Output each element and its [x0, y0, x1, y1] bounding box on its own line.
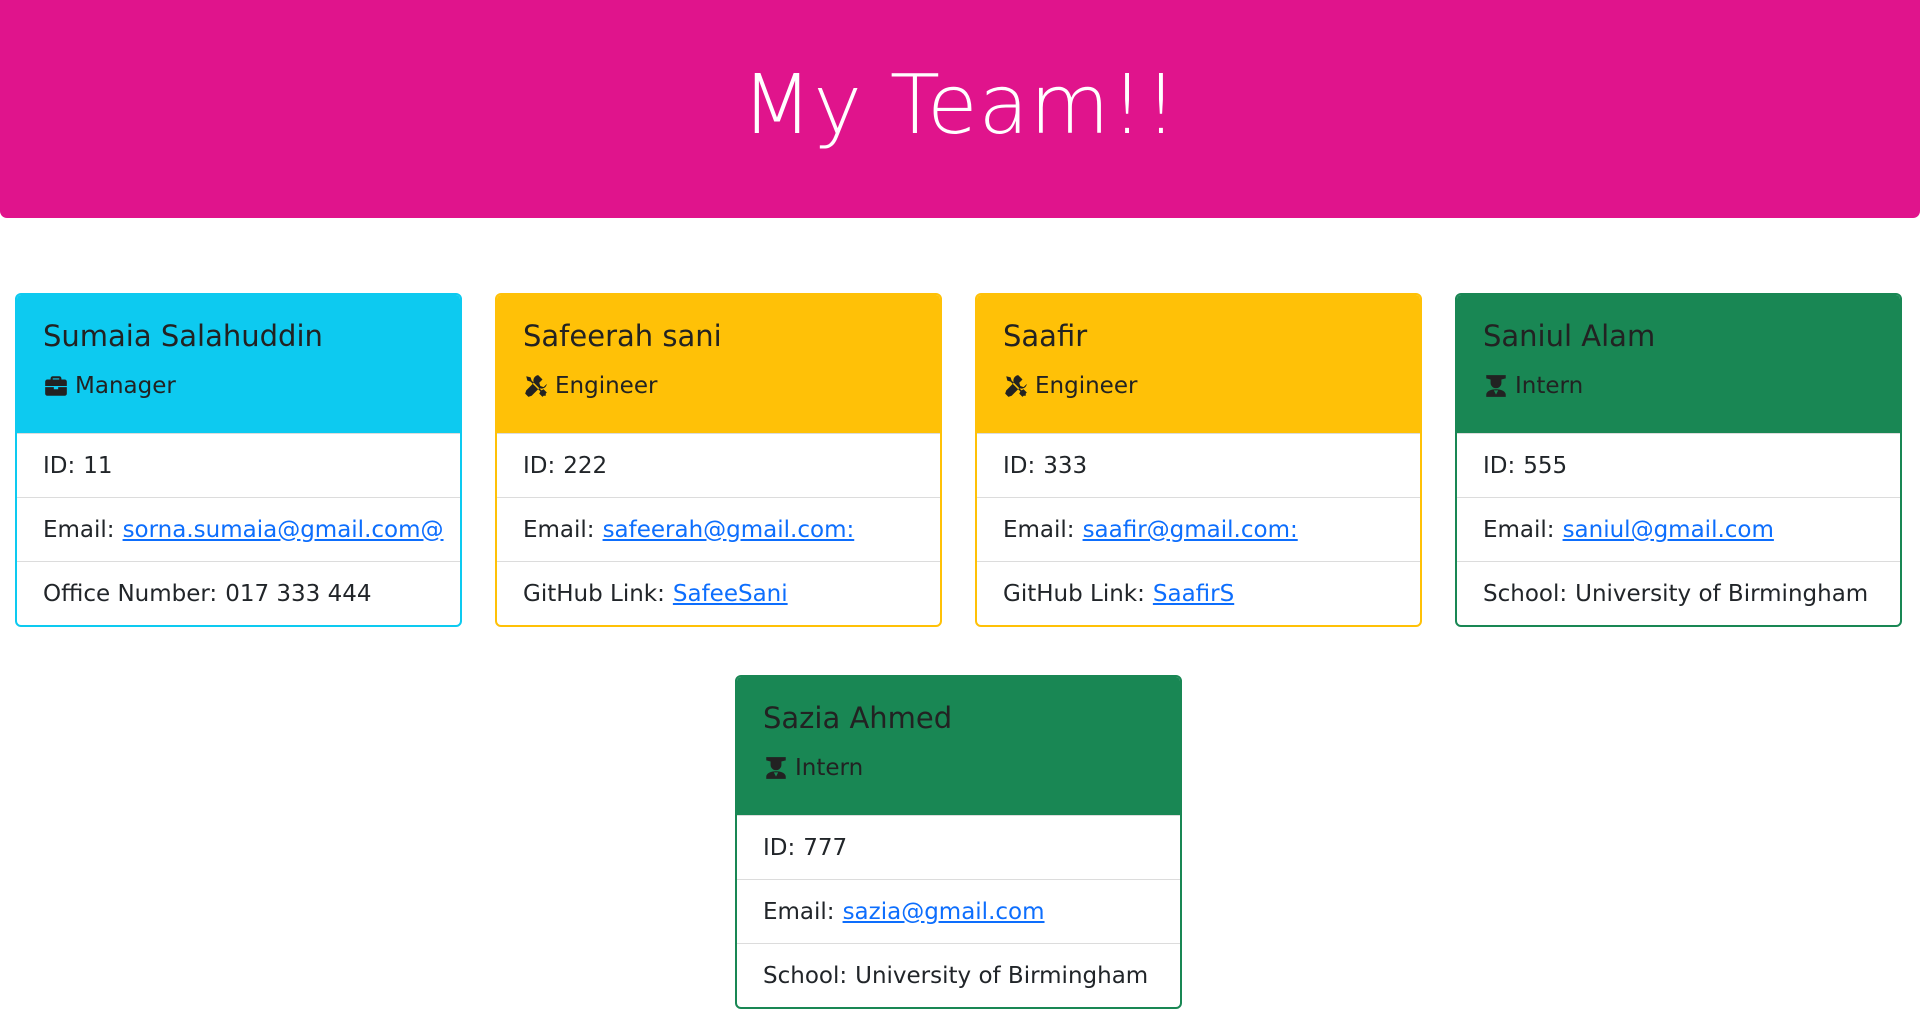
employee-email-row: Email: sazia@gmail.com: [737, 879, 1180, 943]
employee-details: ID: 222 Email: safeerah@gmail.com: GitHub …: [497, 433, 940, 625]
school-name: University of Birmingham: [1575, 580, 1869, 607]
employee-id: 333: [1043, 452, 1088, 479]
card-header: Sumaia Salahuddin Manager: [17, 295, 460, 433]
employee-card-engineer: Safeerah sani Engineer ID: 222 Email: safe…: [495, 293, 942, 627]
github-link[interactable]: SafeeSani: [673, 581, 788, 607]
employee-details: ID: 777 Email: sazia@gmail.com School: Univ…: [737, 815, 1180, 1007]
employee-id-row: ID: 222: [497, 433, 940, 497]
employee-name: Safeerah sani: [523, 319, 722, 353]
employee-id-row: ID: 11: [17, 433, 460, 497]
school-row: School: University of Birmingham: [737, 943, 1180, 1007]
role-label: Intern: [1515, 372, 1584, 399]
graduate-icon: [763, 755, 789, 781]
employee-name: Sazia Ahmed: [763, 701, 953, 735]
employee-id: 222: [563, 452, 608, 479]
role-label: Manager: [75, 372, 176, 399]
office-number: 017 333 444: [225, 580, 372, 607]
employee-id-row: ID: 333: [977, 433, 1420, 497]
employee-role: Engineer: [1003, 373, 1394, 399]
github-row: GitHub Link: SaafirS: [977, 561, 1420, 625]
employee-card-intern: Saniul Alam Intern ID: 555 Email: saniul@g…: [1455, 293, 1902, 627]
github-link[interactable]: SaafirS: [1153, 581, 1234, 607]
graduate-icon: [1483, 373, 1509, 399]
email-link[interactable]: saniul@gmail.com: [1563, 517, 1774, 543]
card-header: Saafir Engineer: [977, 295, 1420, 433]
email-link[interactable]: sorna.sumaia@gmail.com@: [123, 517, 444, 543]
employee-name: Saniul Alam: [1483, 319, 1656, 353]
employee-card-engineer: Saafir Engineer ID: 333 Email: saafir@gmai…: [975, 293, 1422, 627]
github-row: GitHub Link: SafeeSani: [497, 561, 940, 625]
employee-details: ID: 555 Email: saniul@gmail.com School: Uni…: [1457, 433, 1900, 625]
card-header: Saniul Alam Intern: [1457, 295, 1900, 433]
employee-details: ID: 333 Email: saafir@gmail.com: GitHub Li…: [977, 433, 1420, 625]
employee-email-row: Email: saniul@gmail.com: [1457, 497, 1900, 561]
employee-id: 555: [1523, 452, 1568, 479]
page-header: My Team!!: [0, 0, 1920, 218]
employee-role: Intern: [763, 755, 1154, 781]
employee-id-row: ID: 777: [737, 815, 1180, 879]
email-link[interactable]: safeerah@gmail.com:: [603, 517, 855, 543]
email-link[interactable]: saafir@gmail.com:: [1083, 517, 1298, 543]
school-name: University of Birmingham: [855, 962, 1149, 989]
tools-icon: [1003, 373, 1029, 399]
role-label: Intern: [795, 754, 864, 781]
school-row: School: University of Birmingham: [1457, 561, 1900, 625]
employee-id-row: ID: 555: [1457, 433, 1900, 497]
employee-email-row: Email: saafir@gmail.com:: [977, 497, 1420, 561]
employee-role: Intern: [1483, 373, 1874, 399]
employee-role: Engineer: [523, 373, 914, 399]
employee-email-row: Email: safeerah@gmail.com:: [497, 497, 940, 561]
page-title: My Team!!: [741, 57, 1179, 153]
employee-name: Sumaia Salahuddin: [43, 319, 323, 353]
employee-role: Manager: [43, 373, 434, 399]
card-header: Sazia Ahmed Intern: [737, 677, 1180, 815]
employee-name: Saafir: [1003, 319, 1088, 353]
tools-icon: [523, 373, 549, 399]
employee-id: 11: [83, 452, 113, 479]
role-label: Engineer: [555, 372, 658, 399]
office-number-row: Office Number: 017 333 444: [17, 561, 460, 625]
employee-id: 777: [803, 834, 848, 861]
briefcase-icon: [43, 373, 69, 399]
card-header: Safeerah sani Engineer: [497, 295, 940, 433]
email-link[interactable]: sazia@gmail.com: [843, 899, 1045, 925]
role-label: Engineer: [1035, 372, 1138, 399]
employee-card-manager: Sumaia Salahuddin Manager ID: 11 Email: so…: [15, 293, 462, 627]
employee-email-row: Email: sorna.sumaia@gmail.com@: [17, 497, 460, 561]
employee-details: ID: 11 Email: sorna.sumaia@gmail.com@ Offi…: [17, 433, 460, 625]
employee-card-intern: Sazia Ahmed Intern ID: 777 Email: sazia@gm…: [735, 675, 1182, 1009]
